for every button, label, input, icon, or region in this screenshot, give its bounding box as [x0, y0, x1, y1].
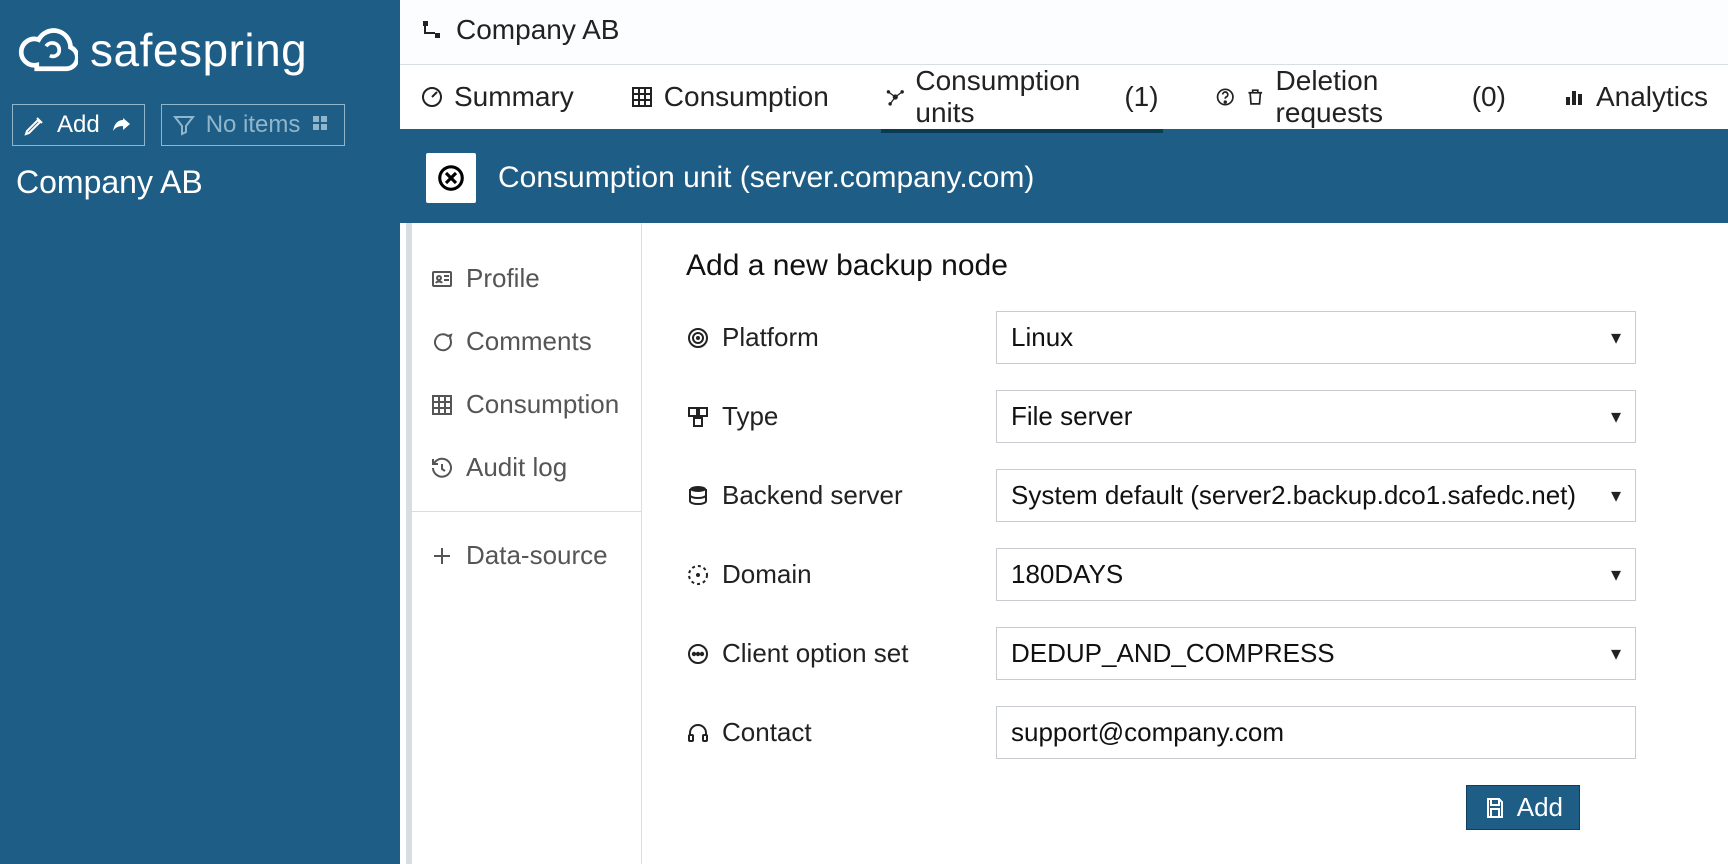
select-type-value: File server	[1011, 401, 1132, 432]
database-icon	[686, 484, 710, 508]
filter-button[interactable]: No items	[161, 104, 346, 146]
brand-name: safespring	[90, 23, 307, 77]
input-contact-value: support@company.com	[1011, 717, 1284, 748]
trash-icon	[1245, 85, 1266, 109]
select-type[interactable]: File server ▾	[996, 390, 1636, 443]
tab-summary[interactable]: Summary	[416, 65, 578, 129]
row-contact: Contact support@company.com	[686, 706, 1684, 759]
label-contact: Contact	[722, 717, 812, 748]
subnav-datasource[interactable]: Data-source	[412, 524, 641, 587]
select-domain[interactable]: 180DAYS ▾	[996, 548, 1636, 601]
help-icon	[1215, 85, 1236, 109]
breadcrumb-company[interactable]: Company AB	[456, 14, 619, 46]
chart-grid-icon	[430, 393, 454, 417]
tab-deletion-requests[interactable]: Deletion requests (0)	[1211, 65, 1510, 129]
select-backend[interactable]: System default (server2.backup.dco1.safe…	[996, 469, 1636, 522]
subnav-consumption[interactable]: Consumption	[412, 373, 641, 436]
subnav-audit-label: Audit log	[466, 452, 567, 483]
target-icon	[686, 326, 710, 350]
subnav-consumption-label: Consumption	[466, 389, 619, 420]
plus-icon	[430, 544, 454, 568]
subnav-audit[interactable]: Audit log	[412, 436, 641, 499]
content: Profile Comments Consumption Audit log	[406, 223, 1728, 864]
row-backend: Backend server System default (server2.b…	[686, 469, 1684, 522]
select-optionset-value: DEDUP_AND_COMPRESS	[1011, 638, 1335, 669]
funnel-icon	[172, 113, 196, 137]
tab-analytics-label: Analytics	[1596, 81, 1708, 113]
ellipsis-circle-icon	[686, 642, 710, 666]
subnav-profile-label: Profile	[466, 263, 540, 294]
edit-icon	[23, 113, 47, 137]
row-optionset: Client option set DEDUP_AND_COMPRESS ▾	[686, 627, 1684, 680]
chevron-down-icon: ▾	[1611, 483, 1621, 508]
subnav-comments-label: Comments	[466, 326, 592, 357]
add-button-label: Add	[57, 111, 100, 139]
form-title: Add a new backup node	[686, 249, 1684, 283]
gauge-icon	[420, 85, 444, 109]
select-optionset[interactable]: DEDUP_AND_COMPRESS ▾	[996, 627, 1636, 680]
row-type: Type File server ▾	[686, 390, 1684, 443]
tab-deletion-label: Deletion requests	[1276, 65, 1462, 129]
tab-analytics[interactable]: Analytics	[1558, 65, 1712, 129]
dashed-circle-icon	[686, 563, 710, 587]
chevron-down-icon: ▾	[1611, 562, 1621, 587]
history-icon	[430, 456, 454, 480]
chart-grid-icon	[630, 85, 654, 109]
grid-icon	[310, 113, 334, 137]
save-icon	[1483, 796, 1507, 820]
select-backend-value: System default (server2.backup.dco1.safe…	[1011, 480, 1576, 511]
tab-units-count: (1)	[1124, 81, 1158, 113]
sidebar-toolbar: Add No items	[0, 104, 400, 164]
add-button[interactable]: Add	[12, 104, 145, 146]
label-platform: Platform	[722, 322, 819, 353]
subnav-divider	[412, 511, 641, 512]
breadcrumb: Company AB	[400, 0, 1728, 65]
tab-consumption-units[interactable]: Consumption units (1)	[881, 65, 1163, 129]
logo: safespring	[0, 10, 400, 104]
chevron-down-icon: ▾	[1611, 404, 1621, 429]
id-card-icon	[430, 267, 454, 291]
label-type: Type	[722, 401, 778, 432]
subnav-profile[interactable]: Profile	[412, 247, 641, 310]
select-platform[interactable]: Linux ▾	[996, 311, 1636, 364]
label-domain: Domain	[722, 559, 812, 590]
tab-consumption[interactable]: Consumption	[626, 65, 833, 129]
form-area: Add a new backup node Platform Linux ▾ T…	[642, 223, 1728, 864]
hierarchy-icon	[420, 18, 444, 42]
tabs: Summary Consumption Consumption units (1…	[400, 65, 1728, 133]
form-add-button[interactable]: Add	[1466, 785, 1580, 830]
unit-header-title: Consumption unit (server.company.com)	[498, 161, 1034, 195]
row-domain: Domain 180DAYS ▾	[686, 548, 1684, 601]
main: Company AB Summary Consumption Consumpti…	[400, 0, 1728, 864]
tab-summary-label: Summary	[454, 81, 574, 113]
bar-chart-icon	[1562, 85, 1586, 109]
label-optionset: Client option set	[722, 638, 908, 669]
comment-icon	[430, 330, 454, 354]
network-icon	[885, 85, 906, 109]
row-platform: Platform Linux ▾	[686, 311, 1684, 364]
chevron-down-icon: ▾	[1611, 641, 1621, 666]
unit-header: Consumption unit (server.company.com)	[400, 133, 1728, 223]
tab-deletion-count: (0)	[1472, 81, 1506, 113]
tab-consumption-label: Consumption	[664, 81, 829, 113]
sidebar-company[interactable]: Company AB	[0, 164, 400, 201]
input-contact[interactable]: support@company.com	[996, 706, 1636, 759]
close-icon	[436, 163, 466, 193]
form-add-button-label: Add	[1517, 792, 1563, 823]
share-icon	[110, 113, 134, 137]
filter-button-label: No items	[206, 111, 301, 139]
boxes-icon	[686, 405, 710, 429]
subnav: Profile Comments Consumption Audit log	[412, 223, 642, 864]
label-backend: Backend server	[722, 480, 903, 511]
cloud-logo-icon	[18, 20, 78, 80]
subnav-comments[interactable]: Comments	[412, 310, 641, 373]
close-button[interactable]	[426, 153, 476, 203]
headset-icon	[686, 721, 710, 745]
subnav-datasource-label: Data-source	[466, 540, 608, 571]
chevron-down-icon: ▾	[1611, 325, 1621, 350]
select-domain-value: 180DAYS	[1011, 559, 1123, 590]
select-platform-value: Linux	[1011, 322, 1073, 353]
sidebar: safespring Add No items Company AB	[0, 0, 400, 864]
tab-units-label: Consumption units	[915, 65, 1114, 129]
